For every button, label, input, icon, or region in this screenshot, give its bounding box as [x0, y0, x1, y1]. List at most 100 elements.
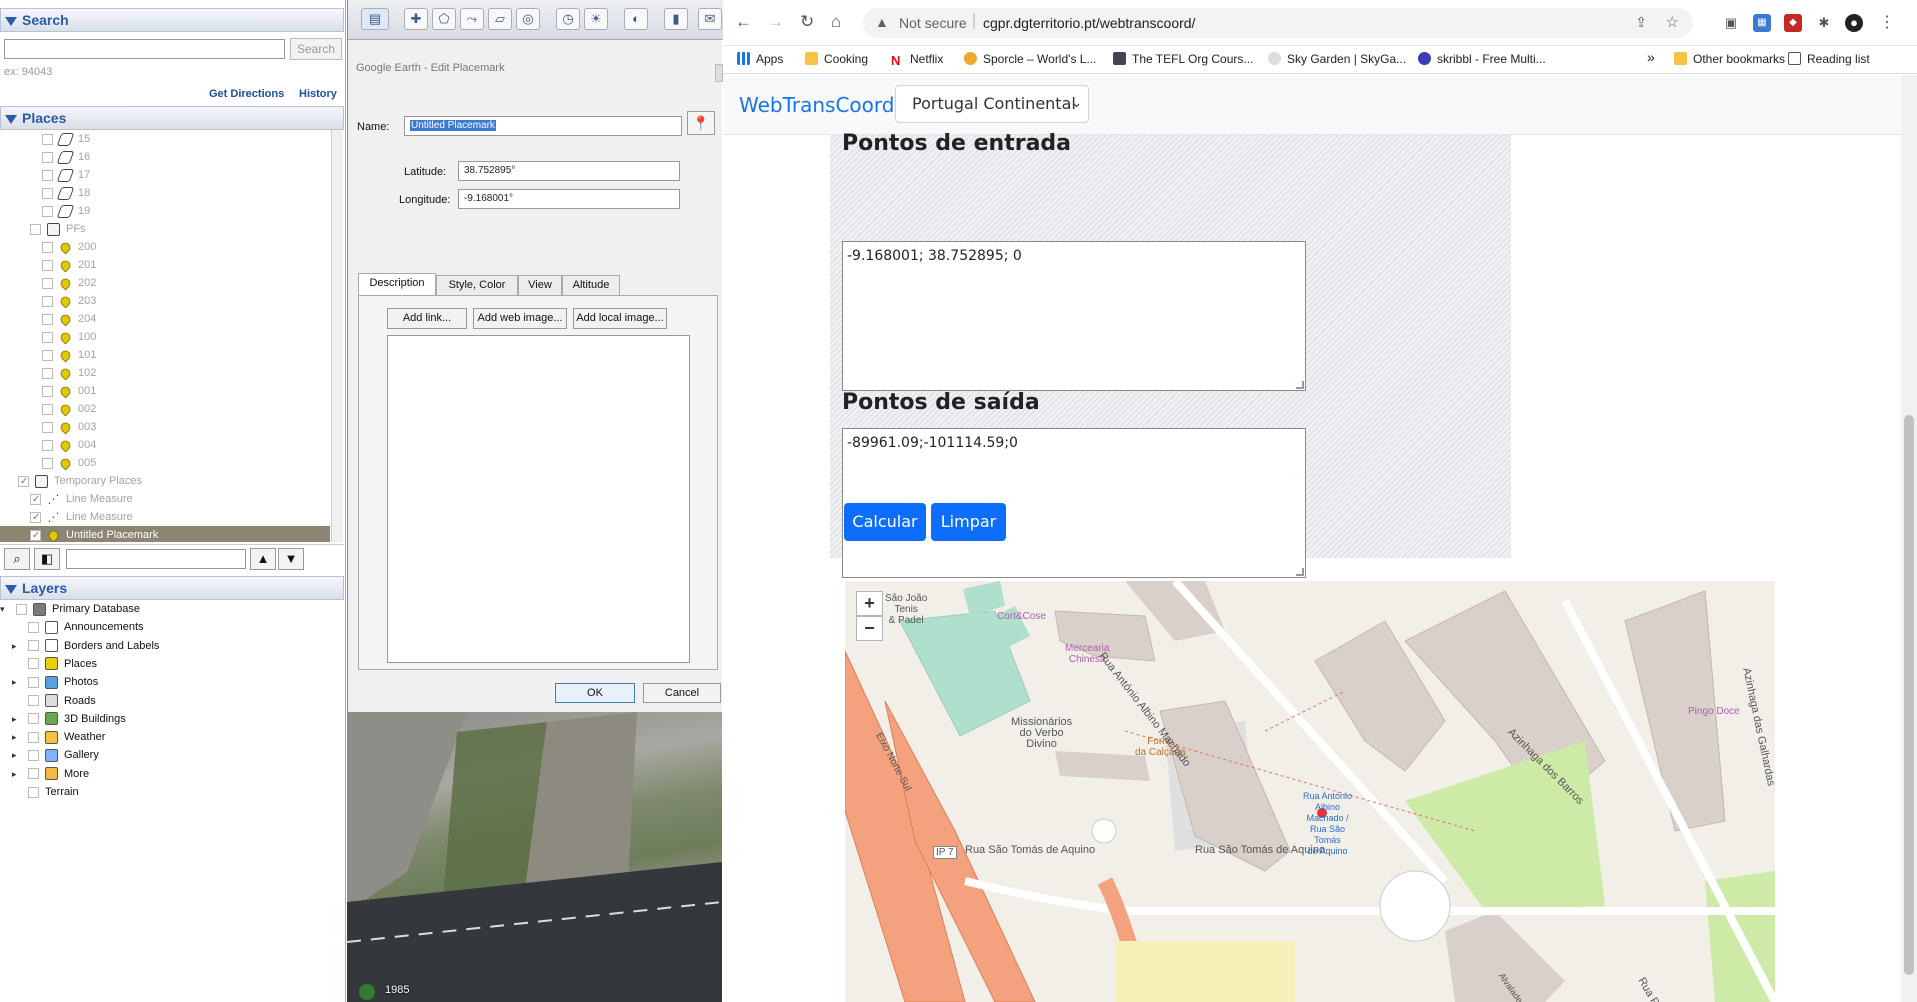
layer-checkbox[interactable] — [16, 603, 27, 615]
visibility-checkbox[interactable] — [42, 403, 53, 415]
extension-blue-icon[interactable]: ▦ — [1753, 14, 1771, 32]
visibility-checkbox[interactable] — [30, 527, 41, 542]
tab-altitude[interactable]: Altitude — [562, 275, 620, 295]
page-scrollbar-thumb[interactable] — [1904, 415, 1914, 975]
bookmark-cooking[interactable]: Cooking — [805, 52, 868, 66]
places-panel-header[interactable]: Places — [0, 106, 344, 130]
move-up-icon[interactable]: ▲ — [250, 548, 276, 570]
layer-checkbox[interactable] — [28, 676, 39, 688]
aerial-imagery-view[interactable] — [347, 712, 722, 1002]
places-tree-item[interactable]: 204 — [0, 310, 330, 328]
tab-view[interactable]: View — [518, 275, 562, 295]
search-panel-header[interactable]: Search — [0, 8, 344, 32]
layers-tree-item[interactable]: ▸ 3D Buildings — [12, 710, 126, 728]
visibility-checkbox[interactable] — [42, 241, 53, 253]
places-tree-item[interactable]: 19 — [0, 202, 330, 220]
other-bookmarks[interactable]: Other bookmarks — [1674, 52, 1785, 66]
add-web-image-button[interactable]: Add web image... — [473, 308, 567, 329]
expand-arrow-icon[interactable]: ▸ — [12, 637, 20, 655]
places-tree-item[interactable]: Untitled Placemark — [0, 526, 330, 542]
layer-checkbox[interactable] — [28, 731, 39, 743]
ok-button[interactable]: OK — [555, 683, 635, 703]
places-tree-item[interactable]: PFs — [0, 220, 330, 238]
add-link-button[interactable]: Add link... — [387, 308, 467, 329]
input-points-textarea[interactable]: -9.168001; 38.752895; 0 — [842, 241, 1306, 391]
visibility-checkbox[interactable] — [42, 169, 53, 181]
layer-checkbox[interactable] — [28, 749, 39, 761]
places-tree-item[interactable]: 100 — [0, 328, 330, 346]
planets-icon[interactable]: ◐ — [624, 8, 648, 30]
forward-icon[interactable]: → — [767, 12, 784, 32]
expand-arrow-icon[interactable]: ▸ — [12, 728, 20, 746]
bookmark-apps[interactable]: Apps — [737, 52, 783, 66]
visibility-checkbox[interactable] — [42, 259, 53, 271]
record-tour-icon[interactable]: ◎ — [516, 8, 540, 30]
layers-tree-item[interactable]: Places — [12, 655, 97, 673]
places-tree-item[interactable]: 17 — [0, 166, 330, 184]
resize-grip-icon[interactable] — [1296, 568, 1304, 576]
places-tree-item[interactable]: 200 — [0, 238, 330, 256]
tab-style-color[interactable]: Style, Color — [436, 275, 518, 295]
layer-checkbox[interactable] — [28, 768, 39, 780]
zoom-out-button[interactable]: − — [856, 616, 883, 641]
visibility-checkbox[interactable] — [42, 277, 53, 289]
visibility-checkbox[interactable] — [42, 439, 53, 451]
clear-button[interactable]: Limpar — [931, 503, 1006, 541]
visibility-checkbox[interactable] — [42, 205, 53, 217]
places-tree-item[interactable]: 003 — [0, 418, 330, 436]
places-tree-item[interactable]: 101 — [0, 346, 330, 364]
layers-tree-item[interactable]: Terrain — [12, 783, 79, 801]
email-icon[interactable]: ✉ — [698, 8, 722, 30]
back-icon[interactable]: ← — [735, 12, 752, 32]
layer-checkbox[interactable] — [28, 713, 39, 725]
latitude-input[interactable]: 38.752895° — [458, 161, 680, 181]
visibility-checkbox[interactable] — [42, 133, 53, 145]
places-tree-item[interactable]: 001 — [0, 382, 330, 400]
tab-description[interactable]: Description — [358, 273, 436, 296]
bookmark-sporcle[interactable]: Sporcle – World's L... — [964, 52, 1096, 66]
visibility-checkbox[interactable] — [30, 509, 41, 527]
add-polygon-icon[interactable]: ⬠ — [432, 8, 456, 30]
expand-arrow-icon[interactable]: ▸ — [12, 710, 20, 728]
add-overlay-icon[interactable]: ▱ — [488, 8, 512, 30]
map-view[interactable]: + − São João Tenis & Padel Cort&Cose Mer… — [845, 581, 1775, 1002]
layers-tree-item[interactable]: ▸ Weather — [12, 728, 105, 746]
layers-tree-item[interactable]: ▸ Photos — [12, 673, 98, 691]
layer-checkbox[interactable] — [28, 621, 39, 633]
layers-tree-item[interactable]: Announcements — [12, 618, 144, 636]
address-bar[interactable]: ▲ Not secure | cgpr.dgterritorio.pt/webt… — [863, 8, 1693, 38]
places-tree-item[interactable]: ⋰ Line Measure — [0, 490, 330, 509]
layer-checkbox[interactable] — [28, 786, 39, 798]
bookmarks-overflow-button[interactable]: » — [1647, 49, 1655, 65]
historical-imagery-icon[interactable]: ◷ — [556, 8, 580, 30]
history-link[interactable]: History — [299, 88, 337, 100]
search-button[interactable]: Search — [290, 38, 342, 60]
places-tree-item[interactable]: 203 — [0, 292, 330, 310]
move-down-icon[interactable]: ▼ — [278, 548, 304, 570]
zoom-in-button[interactable]: + — [856, 591, 883, 616]
brand-link[interactable]: WebTransCoord — [739, 93, 894, 117]
resize-grip-icon[interactable] — [1296, 381, 1304, 389]
panel-toggle-icon[interactable]: ◧ — [34, 548, 60, 570]
region-select[interactable]: Portugal Continental ⌄ — [895, 85, 1089, 123]
expand-arrow-icon[interactable]: ▾ — [0, 600, 8, 618]
visibility-checkbox[interactable] — [42, 457, 53, 469]
get-directions-link[interactable]: Get Directions — [209, 88, 284, 100]
expand-arrow-icon[interactable]: ▸ — [12, 746, 20, 764]
reading-list[interactable]: Reading list — [1788, 52, 1870, 66]
bookmark-skribbl[interactable]: skribbl - Free Multi... — [1418, 52, 1546, 66]
places-tree-item[interactable]: 102 — [0, 364, 330, 382]
bookmark-skygarden[interactable]: Sky Garden | SkyGa... — [1268, 52, 1406, 66]
visibility-checkbox[interactable] — [30, 491, 41, 509]
expand-arrow-icon[interactable]: ▸ — [12, 673, 20, 691]
layers-tree-item[interactable]: ▾ Primary Database — [0, 600, 140, 618]
visibility-checkbox[interactable] — [42, 385, 53, 397]
layers-tree-item[interactable]: ▸ Gallery — [12, 746, 99, 764]
calculate-button[interactable]: Calcular — [844, 503, 926, 541]
visibility-checkbox[interactable] — [42, 295, 53, 307]
sunlight-icon[interactable]: ☀ — [584, 8, 608, 30]
add-placemark-icon[interactable]: ✚ — [404, 8, 428, 30]
places-scrollbar[interactable] — [331, 130, 343, 542]
places-tree-item[interactable]: 18 — [0, 184, 330, 202]
search-icon[interactable]: ⌕ — [4, 548, 30, 570]
